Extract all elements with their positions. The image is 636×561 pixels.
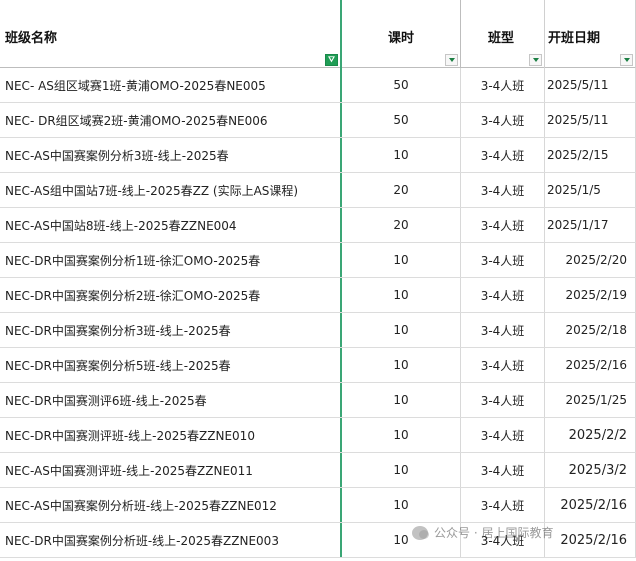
watermark: 公众号 · 居上国际教育 [412, 524, 553, 541]
cell-hours[interactable]: 50 [342, 68, 461, 102]
cell-name[interactable]: NEC-DR中国赛测评6班-线上-2025春 [0, 383, 342, 417]
cell-type[interactable]: 3-4人班 [461, 348, 545, 382]
cell-type[interactable]: 3-4人班 [461, 453, 545, 487]
filter-dropdown-button[interactable] [529, 54, 542, 66]
chevron-down-icon [532, 58, 539, 62]
spreadsheet: 班级名称 ⛛ 课时 班型 开班日期 NEC- AS组区域赛1班-黄浦OMO-20… [0, 0, 636, 561]
cell-name[interactable]: NEC-DR中国赛案例分析5班-线上-2025春 [0, 348, 342, 382]
cell-name[interactable]: NEC-AS中国站8班-线上-2025春ZZNE004 [0, 208, 342, 242]
cell-hours[interactable]: 10 [342, 348, 461, 382]
cell-type[interactable]: 3-4人班 [461, 278, 545, 312]
filter-dropdown-button[interactable] [445, 54, 458, 66]
table-row[interactable]: NEC-DR中国赛案例分析3班-线上-2025春 10 3-4人班 2025/2… [0, 313, 636, 348]
cell-type[interactable]: 3-4人班 [461, 103, 545, 137]
cell-date[interactable]: 2025/2/16 [545, 488, 636, 522]
cell-date[interactable]: 2025/5/11 [545, 68, 636, 102]
cell-hours[interactable]: 10 [342, 453, 461, 487]
table-row[interactable]: NEC- AS组区域赛1班-黄浦OMO-2025春NE005 50 3-4人班 … [0, 68, 636, 103]
cell-date[interactable]: 2025/2/16 [545, 348, 636, 382]
cell-name[interactable]: NEC-DR中国赛案例分析3班-线上-2025春 [0, 313, 342, 347]
column-header-label: 课时 [388, 31, 415, 46]
cell-name[interactable]: NEC-DR中国赛案例分析2班-徐汇OMO-2025春 [0, 278, 342, 312]
cell-type[interactable]: 3-4人班 [461, 68, 545, 102]
cell-hours[interactable]: 10 [342, 243, 461, 277]
cell-date[interactable]: 2025/2/20 [545, 243, 636, 277]
cell-type[interactable]: 3-4人班 [461, 138, 545, 172]
cell-name[interactable]: NEC-AS组中国站7班-线上-2025春ZZ (实际上AS课程) [0, 173, 342, 207]
cell-hours[interactable]: 20 [342, 173, 461, 207]
cell-name[interactable]: NEC-AS中国赛案例分析3班-线上-2025春 [0, 138, 342, 172]
chevron-down-icon [448, 58, 455, 62]
cell-date[interactable]: 2025/3/2 [545, 453, 636, 487]
cell-type[interactable]: 3-4人班 [461, 488, 545, 522]
column-header-label: 班级名称 [5, 31, 58, 46]
cell-name[interactable]: NEC-AS中国赛案例分析班-线上-2025春ZZNE012 [0, 488, 342, 522]
cell-date[interactable]: 2025/2/19 [545, 278, 636, 312]
cell-date[interactable]: 2025/2/2 [545, 418, 636, 452]
column-header-label: 开班日期 [548, 31, 601, 46]
table-row[interactable]: NEC-DR中国赛案例分析1班-徐汇OMO-2025春 10 3-4人班 202… [0, 243, 636, 278]
cell-date[interactable]: 2025/2/16 [545, 523, 636, 557]
column-header-hours[interactable]: 课时 [342, 0, 461, 68]
column-header-date[interactable]: 开班日期 [545, 0, 636, 68]
column-header-type[interactable]: 班型 [461, 0, 545, 68]
cell-type[interactable]: 3-4人班 [461, 243, 545, 277]
table-row[interactable]: NEC-AS中国赛测评班-线上-2025春ZZNE011 10 3-4人班 20… [0, 453, 636, 488]
wechat-icon [412, 525, 429, 540]
cell-date[interactable]: 2025/1/17 [545, 208, 636, 242]
cell-name[interactable]: NEC- AS组区域赛1班-黄浦OMO-2025春NE005 [0, 68, 342, 102]
cell-hours[interactable]: 10 [342, 313, 461, 347]
table-row[interactable]: NEC-AS中国赛案例分析3班-线上-2025春 10 3-4人班 2025/2… [0, 138, 636, 173]
table-row[interactable]: NEC-DR中国赛案例分析2班-徐汇OMO-2025春 10 3-4人班 202… [0, 278, 636, 313]
cell-name[interactable]: NEC- DR组区域赛2班-黄浦OMO-2025春NE006 [0, 103, 342, 137]
cell-name[interactable]: NEC-DR中国赛案例分析班-线上-2025春ZZNE003 [0, 523, 342, 557]
table-body: NEC- AS组区域赛1班-黄浦OMO-2025春NE005 50 3-4人班 … [0, 68, 636, 558]
table-row[interactable]: NEC-AS中国站8班-线上-2025春ZZNE004 20 3-4人班 202… [0, 208, 636, 243]
cell-type[interactable]: 3-4人班 [461, 383, 545, 417]
table-row[interactable]: NEC-DR中国赛测评班-线上-2025春ZZNE010 10 3-4人班 20… [0, 418, 636, 453]
table-row[interactable]: NEC- DR组区域赛2班-黄浦OMO-2025春NE006 50 3-4人班 … [0, 103, 636, 138]
cell-date[interactable]: 2025/1/5 [545, 173, 636, 207]
table-row[interactable]: NEC-AS中国赛案例分析班-线上-2025春ZZNE012 10 3-4人班 … [0, 488, 636, 523]
cell-hours[interactable]: 10 [342, 138, 461, 172]
cell-date[interactable]: 2025/2/15 [545, 138, 636, 172]
cell-hours[interactable]: 10 [342, 278, 461, 312]
column-header-name[interactable]: 班级名称 ⛛ [0, 0, 342, 68]
column-header-label: 班型 [488, 31, 515, 46]
cell-name[interactable]: NEC-DR中国赛测评班-线上-2025春ZZNE010 [0, 418, 342, 452]
cell-type[interactable]: 3-4人班 [461, 313, 545, 347]
cell-name[interactable]: NEC-DR中国赛案例分析1班-徐汇OMO-2025春 [0, 243, 342, 277]
cell-name[interactable]: NEC-AS中国赛测评班-线上-2025春ZZNE011 [0, 453, 342, 487]
cell-hours[interactable]: 20 [342, 208, 461, 242]
cell-hours[interactable]: 10 [342, 383, 461, 417]
cell-date[interactable]: 2025/5/11 [545, 103, 636, 137]
cell-hours[interactable]: 10 [342, 488, 461, 522]
cell-type[interactable]: 3-4人班 [461, 208, 545, 242]
cell-type[interactable]: 3-4人班 [461, 418, 545, 452]
chevron-down-icon [623, 58, 630, 62]
cell-date[interactable]: 2025/1/25 [545, 383, 636, 417]
table-row[interactable]: NEC-AS组中国站7班-线上-2025春ZZ (实际上AS课程) 20 3-4… [0, 173, 636, 208]
filter-active-button[interactable]: ⛛ [325, 54, 338, 66]
cell-date[interactable]: 2025/2/18 [545, 313, 636, 347]
cell-type[interactable]: 3-4人班 [461, 173, 545, 207]
table-row[interactable]: NEC-DR中国赛案例分析5班-线上-2025春 10 3-4人班 2025/2… [0, 348, 636, 383]
cell-hours[interactable]: 10 [342, 418, 461, 452]
table-row[interactable]: NEC-DR中国赛测评6班-线上-2025春 10 3-4人班 2025/1/2… [0, 383, 636, 418]
watermark-text: 公众号 · 居上国际教育 [434, 526, 554, 540]
cell-hours[interactable]: 50 [342, 103, 461, 137]
header-row: 班级名称 ⛛ 课时 班型 开班日期 [0, 0, 636, 68]
filter-dropdown-button[interactable] [620, 54, 633, 66]
funnel-icon: ⛛ [328, 55, 335, 64]
